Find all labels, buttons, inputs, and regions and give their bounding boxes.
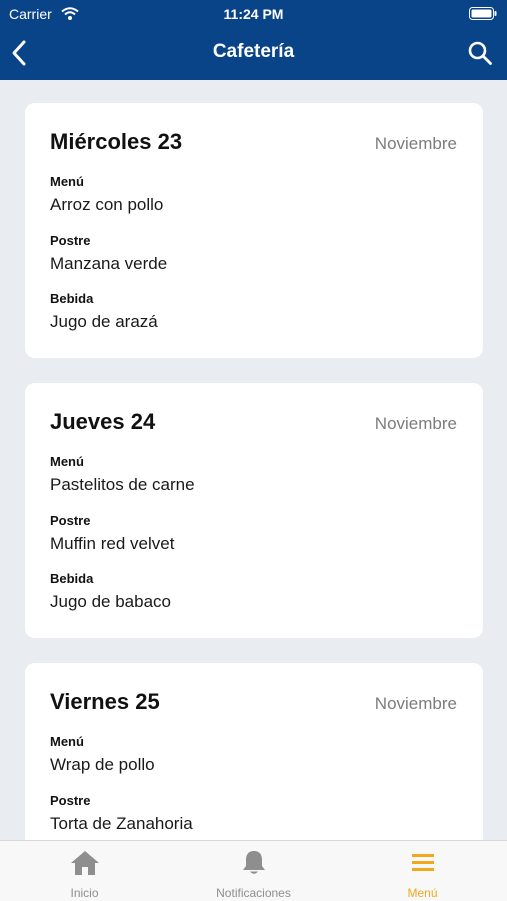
menu-label: Menú <box>50 174 84 189</box>
menu-list[interactable]: Miércoles 23 Noviembre Menú Arroz con po… <box>0 80 507 840</box>
tab-label: Menú <box>407 886 438 900</box>
tab-label: Notificaciones <box>216 886 291 900</box>
postre-value: Torta de Zanahoria <box>50 814 193 833</box>
tab-label: Inicio <box>70 886 99 900</box>
month-label: Noviembre <box>374 694 457 713</box>
menu-value: Pastelitos de carne <box>50 475 195 494</box>
day-card: Miércoles 23 Noviembre Menú Arroz con po… <box>25 103 483 358</box>
tab-bar: Inicio Notificaciones Menú <box>0 840 507 901</box>
postre-value: Manzana verde <box>50 254 168 273</box>
menu-label: Menú <box>50 454 84 469</box>
menu-value: Wrap de pollo <box>50 755 155 774</box>
month-label: Noviembre <box>374 414 457 433</box>
page-title: Cafetería <box>212 41 295 62</box>
tab-menu[interactable]: Menú <box>338 841 507 901</box>
bebida-label: Bebida <box>50 291 94 306</box>
day-title: Viernes 25 <box>50 689 160 714</box>
bell-icon <box>243 851 265 874</box>
bebida-value: Jugo de babaco <box>50 592 171 611</box>
postre-label: Postre <box>50 233 91 248</box>
battery-icon <box>469 7 497 20</box>
postre-label: Postre <box>50 513 91 528</box>
tab-notificaciones[interactable]: Notificaciones <box>169 841 338 901</box>
postre-value: Muffin red velvet <box>50 534 175 553</box>
day-title: Miércoles 23 <box>50 129 183 154</box>
home-icon <box>71 851 99 875</box>
status-time: 11:24 PM <box>223 6 284 22</box>
postre-label: Postre <box>50 793 91 808</box>
day-card: Jueves 24 Noviembre Menú Pastelitos de c… <box>25 383 483 638</box>
month-label: Noviembre <box>374 134 457 153</box>
status-bar: Carrier 11:24 PM <box>0 0 507 28</box>
menu-value: Arroz con pollo <box>50 195 164 214</box>
nav-bar: Cafetería <box>0 28 507 80</box>
search-icon[interactable] <box>467 40 493 66</box>
bebida-value: Jugo de arazá <box>50 312 158 331</box>
bebida-label: Bebida <box>50 571 94 586</box>
tab-inicio[interactable]: Inicio <box>0 841 169 901</box>
day-title: Jueves 24 <box>50 409 156 434</box>
menu-label: Menú <box>50 734 84 749</box>
day-card: Viernes 25 Noviembre Menú Wrap de pollo … <box>25 663 483 840</box>
menu-icon <box>412 854 434 871</box>
